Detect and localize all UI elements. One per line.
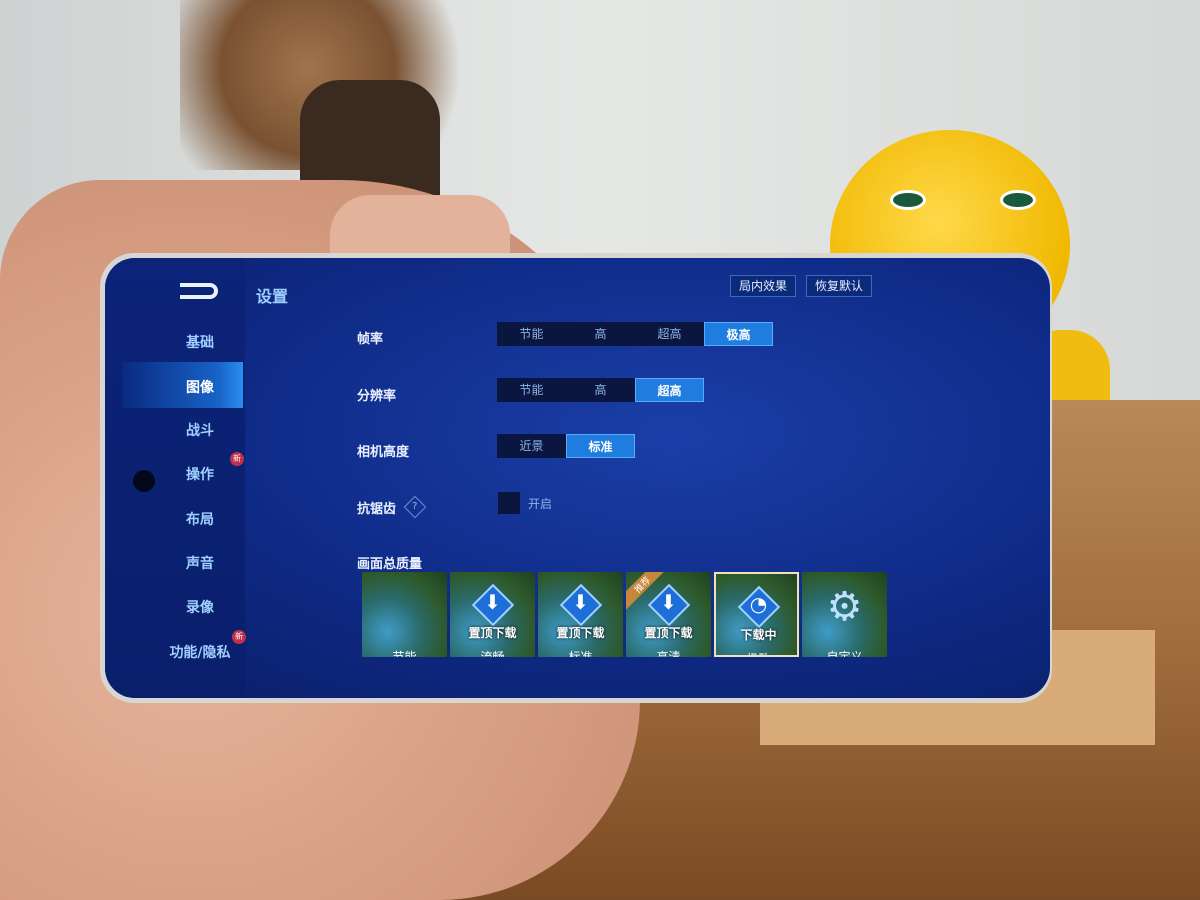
quality-tile-custom[interactable]: ⚙ 自定义 bbox=[802, 572, 887, 657]
sidebar-item-controls[interactable]: 操作 bbox=[145, 464, 255, 484]
frame-rate-selector: 节能 高 超高 极高 bbox=[497, 322, 773, 346]
option-close[interactable]: 近景 bbox=[497, 434, 566, 458]
tile-overlay: 下载中 bbox=[740, 628, 777, 642]
quality-tile-standard[interactable]: ⬇ 置顶下载 标准 bbox=[538, 572, 623, 657]
sidebar-item-replay[interactable]: 录像 bbox=[145, 597, 255, 617]
resolution-selector: 节能 高 超高 bbox=[497, 378, 704, 402]
sidebar-item-basic[interactable]: 基础 bbox=[145, 332, 255, 352]
option-ultra-high[interactable]: 极高 bbox=[704, 322, 773, 346]
tile-name: 流畅 bbox=[480, 650, 505, 657]
anti-aliasing-checkbox[interactable] bbox=[498, 492, 520, 514]
download-icon: ⬇ bbox=[484, 590, 501, 614]
quality-tiles: 节能 ⬇ 置顶下载 流畅 ⬇ 置顶下载 标准 推荐 ⬇ 置顶下载 高清 ◔ 下载… bbox=[362, 572, 887, 657]
in-game-effect-button[interactable]: 局内效果 bbox=[730, 275, 797, 297]
quality-tile-smooth[interactable]: ⬇ 置顶下载 流畅 bbox=[450, 572, 535, 657]
overall-quality-label: 画面总质量 bbox=[357, 557, 423, 572]
sidebar-item-battle[interactable]: 战斗 bbox=[145, 420, 255, 440]
download-icon: ⬇ bbox=[660, 590, 677, 614]
new-badge: 新 bbox=[230, 452, 244, 466]
frame-rate-label: 帧率 bbox=[357, 332, 384, 347]
back-arrow-icon[interactable] bbox=[180, 283, 218, 299]
question-icon[interactable]: ? bbox=[403, 495, 427, 519]
tile-name: 高清 bbox=[656, 650, 681, 657]
quality-tile-power-saving[interactable]: 节能 bbox=[362, 572, 447, 657]
option-super-high[interactable]: 超高 bbox=[635, 378, 704, 402]
anti-aliasing-checkbox-label: 开启 bbox=[528, 497, 553, 511]
option-power-saving[interactable]: 节能 bbox=[497, 378, 566, 402]
option-super-high[interactable]: 超高 bbox=[635, 322, 704, 346]
option-power-saving[interactable]: 节能 bbox=[497, 322, 566, 346]
anti-aliasing-label: 抗锯齿 bbox=[357, 502, 397, 517]
tile-name: 节能 bbox=[392, 650, 417, 657]
phone-screen: 设置 基础 图像 战斗 操作 新 布局 声音 录像 功能/隐私 新 局内效果 恢… bbox=[105, 258, 1050, 698]
tile-overlay: 置顶下载 bbox=[644, 626, 693, 640]
sidebar-item-image[interactable]: 图像 bbox=[145, 377, 255, 397]
option-standard[interactable]: 标准 bbox=[566, 434, 635, 458]
sidebar-item-privacy[interactable]: 功能/隐私 bbox=[145, 642, 255, 662]
camera-height-label: 相机高度 bbox=[357, 445, 410, 460]
quality-tile-hd[interactable]: 推荐 ⬇ 置顶下载 高清 bbox=[626, 572, 711, 657]
tile-name: 自定义 bbox=[826, 650, 863, 657]
resolution-label: 分辨率 bbox=[357, 389, 397, 404]
front-camera bbox=[133, 470, 155, 492]
camera-height-selector: 近景 标准 bbox=[497, 434, 635, 458]
download-icon: ⬇ bbox=[572, 590, 589, 614]
option-high[interactable]: 高 bbox=[566, 378, 635, 402]
sidebar-item-sound[interactable]: 声音 bbox=[145, 553, 255, 573]
gear-icon: ⚙ bbox=[826, 584, 863, 630]
new-badge: 新 bbox=[232, 630, 246, 644]
page-title: 设置 bbox=[256, 287, 289, 306]
sidebar-item-layout[interactable]: 布局 bbox=[145, 509, 255, 529]
tile-name: 极致 bbox=[716, 650, 797, 655]
tile-name: 标准 bbox=[568, 650, 593, 657]
option-high[interactable]: 高 bbox=[566, 322, 635, 346]
quality-tile-ultimate[interactable]: ◔ 下载中 极致 bbox=[714, 572, 799, 657]
restore-default-button[interactable]: 恢复默认 bbox=[806, 275, 873, 297]
tile-overlay: 置顶下载 bbox=[468, 626, 517, 640]
tile-overlay: 置顶下载 bbox=[556, 626, 605, 640]
downloading-icon: ◔ bbox=[749, 592, 768, 616]
